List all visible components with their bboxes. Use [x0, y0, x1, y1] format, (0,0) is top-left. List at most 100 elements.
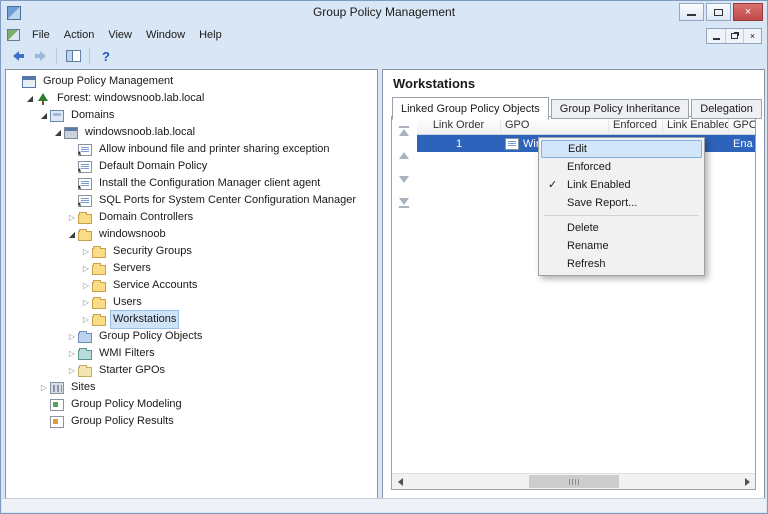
- show-console-tree-button[interactable]: [62, 47, 84, 65]
- minimize-button[interactable]: [679, 3, 704, 21]
- tree-item-group-policy-management[interactable]: Group Policy Management: [6, 73, 377, 90]
- tree-item-domain-controllers[interactable]: Domain Controllers: [6, 209, 377, 226]
- column-header-link-enabled[interactable]: Link Enabled: [663, 117, 729, 134]
- mdi-restore-icon: [731, 33, 738, 39]
- gpo-link-icon: [78, 161, 92, 173]
- move-down-button[interactable]: [396, 171, 412, 187]
- tree-item-gpo-link[interactable]: SQL Ports for System Center Configuratio…: [6, 192, 377, 209]
- back-icon: [13, 51, 24, 61]
- mdi-close-button[interactable]: ×: [743, 29, 761, 43]
- tree-item-gpo-link[interactable]: Default Domain Policy: [6, 158, 377, 175]
- forward-icon: [35, 51, 46, 61]
- scroll-right-icon: [745, 478, 750, 486]
- sites-icon: [50, 382, 64, 394]
- tab-group-policy-inheritance[interactable]: Group Policy Inheritance: [551, 99, 689, 119]
- mdi-restore-button[interactable]: [725, 29, 743, 43]
- wmi-filters-icon: [78, 350, 92, 360]
- forest-icon: [36, 93, 50, 105]
- domains-icon: [50, 110, 64, 122]
- menu-separator: [544, 215, 699, 216]
- context-menu-item-save-report[interactable]: Save Report...: [541, 194, 702, 212]
- domain-icon: [64, 127, 78, 139]
- chevron-collapsed-icon[interactable]: [66, 362, 78, 379]
- scrollbar-thumb[interactable]: [529, 475, 619, 488]
- tree-item-sites[interactable]: Sites: [6, 379, 377, 396]
- mdi-minimize-button[interactable]: [707, 29, 725, 43]
- tree-item-servers[interactable]: Servers: [6, 260, 377, 277]
- menu-help[interactable]: Help: [192, 27, 229, 43]
- chevron-collapsed-icon[interactable]: [80, 277, 92, 294]
- tree-item-group-policy-objects[interactable]: Group Policy Objects: [6, 328, 377, 345]
- context-menu-item-link-enabled[interactable]: ✓ Link Enabled: [541, 176, 702, 194]
- tree-item-domain[interactable]: windowsnoob.lab.local: [6, 124, 377, 141]
- close-icon: ×: [745, 6, 751, 18]
- chevron-collapsed-icon[interactable]: [80, 243, 92, 260]
- tree-item-gpo-link[interactable]: Install the Configuration Manager client…: [6, 175, 377, 192]
- tree-item-group-policy-modeling[interactable]: Group Policy Modeling: [6, 396, 377, 413]
- menu-window[interactable]: Window: [139, 27, 192, 43]
- move-to-top-button[interactable]: [396, 123, 412, 139]
- context-menu: Edit Enforced ✓ Link Enabled Save Report…: [538, 137, 705, 276]
- console-icon: [7, 29, 20, 41]
- context-menu-item-delete[interactable]: Delete: [541, 219, 702, 237]
- tree-item-wmi-filters[interactable]: WMI Filters: [6, 345, 377, 362]
- tree-item-security-groups[interactable]: Security Groups: [6, 243, 377, 260]
- tree-item-domains[interactable]: Domains: [6, 107, 377, 124]
- ou-icon: [92, 299, 106, 309]
- context-menu-item-edit[interactable]: Edit: [541, 140, 702, 158]
- tree-item-workstations[interactable]: Workstations: [6, 311, 377, 328]
- menu-action[interactable]: Action: [57, 27, 102, 43]
- tree-item-service-accounts[interactable]: Service Accounts: [6, 277, 377, 294]
- starter-gpos-icon: [78, 367, 92, 377]
- status-bar: [2, 498, 766, 512]
- move-up-button[interactable]: [396, 147, 412, 163]
- chevron-expanded-icon[interactable]: [66, 226, 78, 243]
- help-button[interactable]: ?: [95, 47, 117, 65]
- menu-file[interactable]: File: [25, 27, 57, 43]
- column-header-enforced[interactable]: Enforced: [609, 117, 663, 134]
- chevron-expanded-icon[interactable]: [38, 107, 50, 124]
- move-to-bottom-button[interactable]: [396, 195, 412, 211]
- tree-item-users[interactable]: Users: [6, 294, 377, 311]
- scroll-left-button[interactable]: [392, 474, 408, 489]
- gpo-link-icon: [78, 144, 92, 156]
- window-title: Group Policy Management: [1, 5, 767, 19]
- chevron-collapsed-icon[interactable]: [80, 294, 92, 311]
- horizontal-scrollbar[interactable]: [392, 473, 755, 489]
- checkmark-icon: ✓: [548, 176, 557, 194]
- chevron-expanded-icon[interactable]: [52, 124, 64, 141]
- tree-item-starter-gpos[interactable]: Starter GPOs: [6, 362, 377, 379]
- gp-results-icon: [50, 416, 64, 428]
- chevron-expanded-icon[interactable]: [24, 90, 36, 107]
- maximize-button[interactable]: [706, 3, 731, 21]
- back-button[interactable]: [7, 47, 29, 65]
- chevron-collapsed-icon[interactable]: [80, 260, 92, 277]
- context-menu-item-refresh[interactable]: Refresh: [541, 255, 702, 273]
- tab-linked-group-policy-objects[interactable]: Linked Group Policy Objects: [392, 97, 549, 120]
- context-menu-item-enforced[interactable]: Enforced: [541, 158, 702, 176]
- tree-item-windowsnoob-ou[interactable]: windowsnoob: [6, 226, 377, 243]
- gpo-icon: [505, 138, 519, 150]
- tree-item-forest[interactable]: Forest: windowsnoob.lab.local: [6, 90, 377, 107]
- tree-item-gpo-link[interactable]: Allow inbound file and printer sharing e…: [6, 141, 377, 158]
- menu-view[interactable]: View: [101, 27, 139, 43]
- column-header-gpo-status[interactable]: GPO: [729, 117, 755, 134]
- chevron-collapsed-icon[interactable]: [38, 379, 50, 396]
- ou-icon: [92, 265, 106, 275]
- chevron-collapsed-icon[interactable]: [66, 209, 78, 226]
- tree-item-group-policy-results[interactable]: Group Policy Results: [6, 413, 377, 430]
- tab-delegation[interactable]: Delegation: [691, 99, 762, 119]
- gpo-link-icon: [78, 178, 92, 190]
- move-up-icon: [399, 152, 409, 159]
- chevron-collapsed-icon[interactable]: [66, 345, 78, 362]
- chevron-collapsed-icon[interactable]: [66, 328, 78, 345]
- context-menu-item-rename[interactable]: Rename: [541, 237, 702, 255]
- mdi-minimize-icon: [713, 38, 720, 40]
- menu-bar: File Action View Window Help ×: [1, 25, 767, 45]
- move-to-top-icon: [399, 129, 409, 136]
- close-button[interactable]: ×: [733, 3, 763, 21]
- chevron-collapsed-icon[interactable]: [80, 311, 92, 328]
- scroll-right-button[interactable]: [739, 474, 755, 489]
- forward-button[interactable]: [29, 47, 51, 65]
- scroll-left-icon: [398, 478, 403, 486]
